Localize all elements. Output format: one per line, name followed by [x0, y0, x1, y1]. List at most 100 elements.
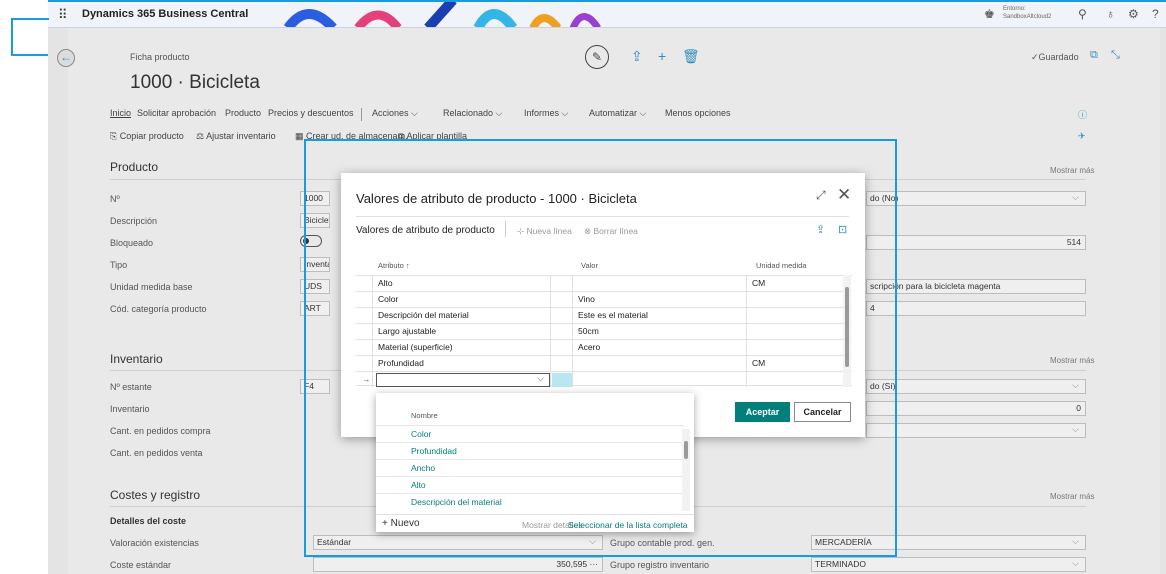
cell-unit[interactable]: CM	[748, 356, 765, 371]
menu-menos-opciones[interactable]: Menos opciones	[665, 108, 731, 118]
field-right-count[interactable]: 514	[866, 235, 1086, 250]
section-producto[interactable]: Producto	[110, 160, 158, 174]
section-costes[interactable]: Costes y registro	[110, 488, 200, 502]
dropdown-scroll-thumb[interactable]	[684, 441, 688, 459]
list-item[interactable]: Profundidad	[376, 442, 684, 458]
table-row[interactable]: Largo ajustable 50cm	[356, 323, 852, 338]
pin-icon[interactable]: ✈	[1078, 131, 1086, 142]
app-title[interactable]: Dynamics 365 Business Central	[82, 8, 248, 20]
cell-value[interactable]: Acero	[574, 340, 600, 355]
list-item[interactable]: Color	[376, 425, 684, 441]
section-inventario[interactable]: Inventario	[110, 352, 163, 366]
collapse-icon[interactable]: ⤡	[1111, 49, 1120, 62]
menu-producto[interactable]: Producto	[225, 108, 261, 118]
cancel-button[interactable]: Cancelar	[794, 402, 851, 422]
edit-icon[interactable]: ✎	[585, 45, 609, 69]
field-right-blank[interactable]	[866, 423, 1086, 438]
menu-relacionado[interactable]: Relacionado ⌵	[443, 108, 502, 119]
chevron-down-icon[interactable]: ⌵	[537, 373, 544, 384]
table-row[interactable]: Alto CM	[356, 275, 852, 290]
copy-item-button[interactable]: ⎘ Copiar producto	[110, 131, 184, 142]
back-button[interactable]: ←	[57, 49, 75, 67]
notification-icon[interactable]: ♁	[1106, 7, 1115, 21]
cell-value[interactable]: Este es el material	[574, 308, 648, 323]
field-inventario[interactable]: 0	[866, 401, 1086, 416]
cell-attr[interactable]: Descripción del material	[374, 308, 469, 323]
fullscreen-icon[interactable]: ⊡	[838, 223, 847, 236]
expand-icon[interactable]: ⤢	[816, 188, 826, 203]
field-right-inv[interactable]: do (Sí)	[866, 379, 1086, 394]
show-more-link[interactable]: Mostrar más	[1050, 166, 1094, 175]
cell-attr[interactable]: Profundidad	[374, 356, 424, 371]
column-header-unidad[interactable]: Unidad medida	[756, 261, 806, 270]
table-row[interactable]: Material (superficie) Acero	[356, 339, 852, 354]
menu-automatizar[interactable]: Automatizar ⌵	[589, 108, 646, 119]
cell-unit[interactable]	[748, 308, 752, 323]
cell-value[interactable]	[574, 356, 578, 371]
column-header-valor[interactable]: Valor	[581, 261, 598, 270]
table-row[interactable]: Profundidad CM	[356, 355, 852, 370]
grid-line	[746, 275, 747, 387]
table-row[interactable]: Color Vino	[356, 291, 852, 306]
show-more-link[interactable]: Mostrar más	[1050, 492, 1094, 501]
show-more-link[interactable]: Mostrar más	[1050, 356, 1094, 365]
delete-line-button[interactable]: ⊗ Borrar línea	[584, 226, 638, 237]
menu-inicio[interactable]: Inicio	[110, 108, 131, 118]
select-full-list-link[interactable]: Seleccionar de la lista completa	[568, 520, 688, 530]
cell-value[interactable]	[574, 276, 578, 291]
new-icon[interactable]: +	[658, 48, 666, 64]
field-right-desc[interactable]: scripción para la bicicleta magenta	[866, 279, 1086, 294]
open-new-window-icon[interactable]: ⧉	[1090, 49, 1098, 62]
accept-button[interactable]: Aceptar	[735, 402, 790, 422]
cell-unit[interactable]	[748, 292, 752, 307]
grid-scroll-thumb[interactable]	[845, 287, 849, 367]
cell-attr[interactable]: Largo ajustable	[374, 324, 436, 339]
cell-value[interactable]: 50cm	[574, 324, 599, 339]
new-line-button[interactable]: ⊹ Nueva línea	[517, 226, 572, 237]
grid-line	[550, 275, 551, 387]
cell-attr[interactable]: Material (superficie)	[374, 340, 453, 355]
cell-unit[interactable]: CM	[748, 276, 765, 291]
table-row-new[interactable]: → ⌵	[356, 371, 852, 387]
cell-unit[interactable]	[748, 340, 752, 355]
grid-scrollbar[interactable]	[843, 275, 851, 387]
new-button[interactable]: + Nuevo	[382, 518, 420, 529]
close-icon[interactable]: ✕	[837, 185, 851, 205]
cell-attr[interactable]: Color	[374, 292, 398, 307]
field-label-tipo: Tipo	[110, 260, 128, 270]
breadcrumb: Ficha producto	[130, 52, 190, 62]
left-margin	[0, 0, 48, 574]
help-icon[interactable]: ?	[1152, 7, 1159, 21]
adjust-inventory-button[interactable]: ⚖ Ajustar inventario	[196, 131, 276, 142]
menu-solicitar-aprobacion[interactable]: Solicitar aprobación	[137, 108, 216, 118]
cell-value[interactable]: Vino	[574, 292, 595, 307]
field-right-no[interactable]: do (No)	[866, 191, 1086, 206]
list-item[interactable]: Alto	[376, 476, 684, 492]
field-grupo-inv[interactable]: TERMINADO	[811, 557, 1086, 572]
column-header-atributo[interactable]: Atributo ↑	[378, 261, 410, 270]
search-icon[interactable]: ⚲	[1078, 7, 1087, 21]
field-label-grupo-inv: Grupo registro inventario	[610, 560, 710, 570]
dropdown-scrollbar[interactable]	[682, 429, 690, 511]
field-right-four[interactable]: 4	[866, 301, 1086, 316]
delete-icon[interactable]: 🗑	[682, 48, 700, 65]
cell-unit[interactable]	[748, 324, 752, 339]
table-row[interactable]: Descripción del material Este es el mate…	[356, 307, 852, 322]
list-item[interactable]: Descripción del material	[376, 493, 684, 509]
share-icon[interactable]: ⇪	[631, 48, 643, 65]
menu-acciones[interactable]: Acciones ⌵	[372, 108, 418, 119]
menu-informes[interactable]: Informes ⌵	[524, 108, 568, 119]
field-label-bloqueado: Bloqueado	[110, 238, 154, 248]
field-coste[interactable]: 350,595 ···	[313, 557, 603, 572]
list-item[interactable]: Ancho	[376, 459, 684, 475]
menu-precios[interactable]: Precios y descuentos	[268, 108, 354, 118]
settings-icon[interactable]: ⚙	[1128, 7, 1139, 21]
field-label-categoria: Cód. categoría producto	[110, 304, 207, 314]
attribute-combo-input[interactable]: ⌵	[376, 373, 550, 387]
share-icon[interactable]: ⇪	[816, 223, 825, 236]
callout-bracket	[11, 18, 49, 56]
dialog-title: Valores de atributo de producto - 1000 ·…	[356, 191, 637, 206]
cell-attr[interactable]: Alto	[374, 276, 393, 291]
info-icon[interactable]: ⓘ	[1078, 108, 1087, 121]
waffle-icon[interactable]: ⠿	[58, 7, 68, 23]
